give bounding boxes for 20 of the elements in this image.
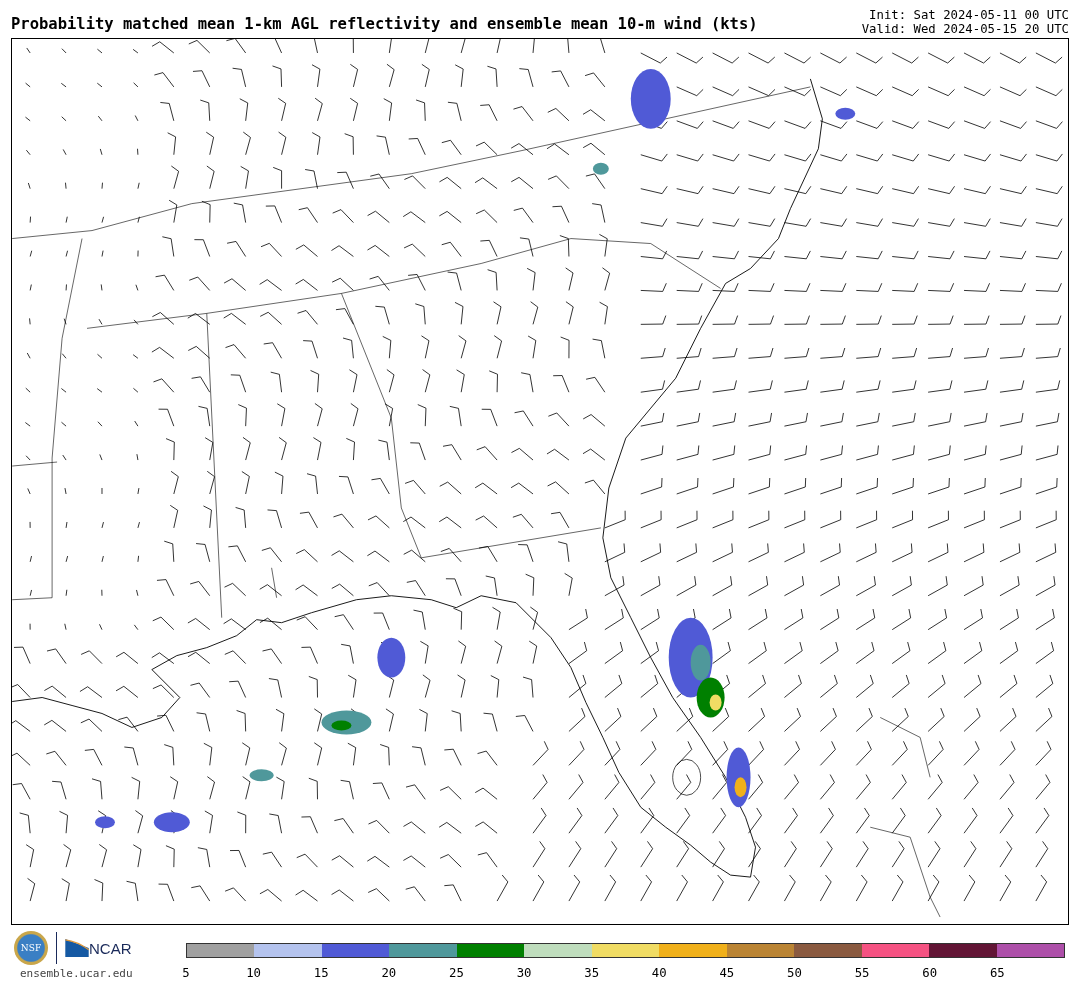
tick-label: 10 bbox=[246, 966, 261, 980]
tick-label: 55 bbox=[854, 966, 870, 980]
ncar-swoosh-icon bbox=[65, 939, 89, 957]
chart-title: Probability matched mean 1-km AGL reflectivity and ensemble mean 10-m wind (kts) bbox=[11, 15, 758, 35]
nsf-logo: NSF bbox=[14, 931, 48, 965]
tick-label: 40 bbox=[651, 966, 667, 980]
tick-label: 30 bbox=[516, 966, 532, 980]
tick-label: 50 bbox=[787, 966, 802, 980]
tick-label: 15 bbox=[313, 966, 329, 980]
tick-label: 60 bbox=[922, 966, 938, 980]
tick-label: 35 bbox=[584, 966, 600, 980]
ncar-logo: NCAR bbox=[89, 939, 132, 957]
tick-label: 45 bbox=[719, 966, 735, 980]
website-link[interactable]: ensemble.ucar.edu bbox=[20, 967, 175, 980]
valid-time: Valid: Wed 2024-05-15 20 UTC bbox=[861, 22, 1069, 36]
tick-label: 25 bbox=[449, 966, 464, 980]
tick-label: 5 bbox=[182, 966, 190, 980]
tick-label: 20 bbox=[381, 966, 397, 980]
init-time: Init: Sat 2024-05-11 00 UTC bbox=[869, 8, 1069, 22]
tick-label: 65 bbox=[989, 966, 1005, 980]
